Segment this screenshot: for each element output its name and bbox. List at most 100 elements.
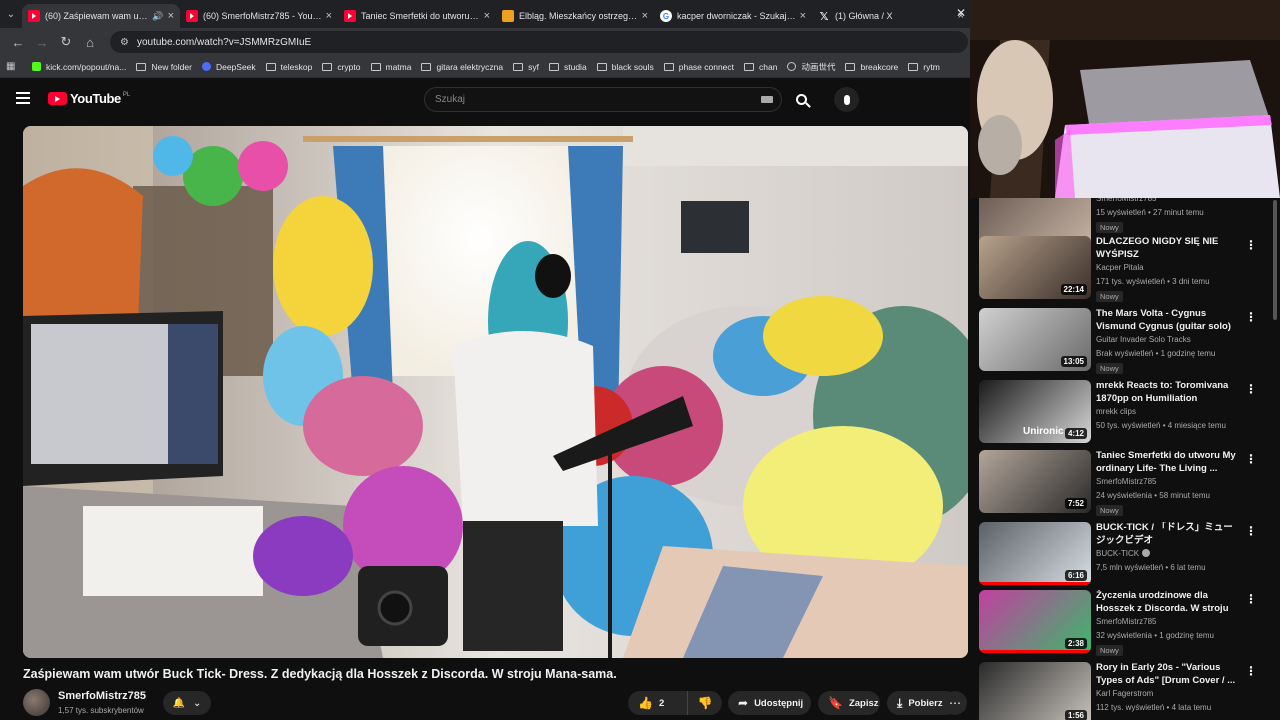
bookmark-item[interactable]: matma [370,61,412,72]
search-button[interactable] [786,87,816,112]
bookmark-item[interactable]: 动画世代 [787,61,835,73]
bookmark-item[interactable]: rytm [908,62,940,72]
more-vertical-icon[interactable]: ⋮ [1245,524,1257,538]
dislike-button[interactable]: 👎 [688,696,722,710]
more-vertical-icon[interactable]: ⋮ [1245,310,1257,324]
bookmark-item[interactable]: New folder [136,62,192,72]
video-player[interactable] [23,126,968,658]
new-badge: Nowy [1096,222,1123,233]
browser-tab[interactable]: 𝕏 (1) Główna / X × [812,4,970,28]
recommended-title[interactable]: The Mars Volta - Cygnus Vismund Cygnus (… [1096,308,1236,333]
new-badge: Nowy [1096,645,1123,656]
recommended-title[interactable]: Taniec Smerfetki do utworu My ordinary L… [1096,450,1236,475]
channel-name[interactable]: SmerfoMistrz785 [58,690,146,702]
recommended-video[interactable]: Unironic 4:12 mrekk Reacts to: Toromivana … [979,380,1269,446]
recommended-channel[interactable]: BUCK-TICK [1096,549,1151,558]
more-actions-button[interactable]: ⋯ [943,691,967,715]
youtube-icon [28,10,40,22]
recommended-title[interactable]: Życzenia urodzinowe dla Hosszek z Discor… [1096,590,1236,615]
chevron-down-icon: ⌄ [193,697,202,709]
video-thumbnail[interactable]: 22:14 [979,236,1091,299]
address-bar[interactable]: ⚙ youtube.com/watch?v=JSMMRzGMIuE [110,31,968,53]
browser-tab[interactable]: Taniec Smerfetki do utworu My × [338,4,496,28]
bookmark-label: syf [528,61,539,72]
recommended-channel[interactable]: Kacper Pitala [1096,263,1144,272]
video-thumbnail[interactable]: Unironic 4:12 [979,380,1091,443]
reload-icon[interactable]: ↻ [54,30,78,54]
more-vertical-icon[interactable]: ⋮ [1245,238,1257,252]
video-thumbnail[interactable]: 1:56 [979,662,1091,720]
notification-bell-button[interactable]: 🔔 ⌄ [163,691,211,715]
recommended-video[interactable]: 22:14 DLACZEGO NIGDY SIĘ NIE WYŚPISZ Kacpe… [979,236,1269,302]
menu-icon[interactable] [16,92,30,104]
bookmark-item[interactable]: breakcore [845,62,898,72]
speaker-icon[interactable]: 🔊 [152,11,163,22]
close-tab-icon[interactable]: × [800,10,806,22]
save-button[interactable]: 🔖 Zapisz [818,691,880,715]
video-thumbnail[interactable]: 13:05 [979,308,1091,371]
recommended-video[interactable]: 2:38 Życzenia urodzinowe dla Hosszek z Di… [979,590,1269,656]
recommended-video[interactable]: 13:05 The Mars Volta - Cygnus Vismund Cyg… [979,308,1269,374]
close-tab-icon[interactable]: × [642,10,648,22]
like-dislike-control: 👍 2 👎 [628,691,722,715]
recommended-channel[interactable]: Karl Fagerstrom [1096,689,1153,698]
recommended-video[interactable]: 6:16 BUCK-TICK / 「ドレス」ミュージックビデオ BUCK-TICK 7… [979,522,1269,588]
like-button[interactable]: 👍 2 [628,691,688,715]
bookmark-item[interactable]: gitara elektryczna [421,62,503,72]
recommended-title[interactable]: Rory in Early 20s - "Various Types of Ad… [1096,662,1236,687]
bookmark-item[interactable]: crypto [322,62,361,72]
recommended-title[interactable]: mrekk Reacts to: Toromivana 1870pp on Hu… [1096,380,1236,405]
video-thumbnail[interactable]: 7:52 [979,450,1091,513]
recommended-video[interactable]: 1:56 Rory in Early 20s - "Various Types o… [979,662,1269,720]
recommended-meta: 32 wyświetlenia • 1 godzinę temu [1096,631,1214,640]
bookmark-label: matma [385,61,412,72]
bookmark-item[interactable]: black souls [596,62,654,72]
recommended-title[interactable]: DLACZEGO NIGDY SIĘ NIE WYŚPISZ [1096,236,1236,261]
bookmark-item[interactable]: DeepSeek [201,62,256,72]
video-thumbnail[interactable]: 2:38 [979,590,1091,653]
sidebar-scrollbar[interactable] [1273,200,1277,320]
site-info-icon[interactable]: ⚙ [120,37,129,48]
voice-search-button[interactable] [834,87,859,112]
recommended-title[interactable]: BUCK-TICK / 「ドレス」ミュージックビデオ [1096,522,1236,547]
folder-icon [548,62,559,71]
browser-tab[interactable]: (60) SmerfoMistrz785 - YouTube × [180,4,338,28]
more-vertical-icon[interactable]: ⋮ [1245,592,1257,606]
search-input[interactable]: Szukaj [424,87,782,112]
forward-arrow-icon[interactable]: → [30,30,54,54]
recommended-video[interactable]: 7:52 Taniec Smerfetki do utworu My ordina… [979,450,1269,516]
close-tab-icon[interactable]: × [484,10,490,22]
channel-avatar[interactable] [23,689,50,716]
recommended-channel[interactable]: SmerfoMistrz785 [1096,198,1156,203]
tab-title: Taniec Smerfetki do utworu My [361,11,480,21]
close-tab-icon[interactable]: × [326,10,332,22]
bookmark-item[interactable]: kick.com/popout/na... [32,62,126,72]
home-icon[interactable]: ⌂ [78,30,102,54]
apps-grid-icon[interactable]: ▦ [6,61,20,72]
more-vertical-icon[interactable]: ⋮ [1245,452,1257,466]
recommended-channel[interactable]: SmerfoMistrz785 [1096,617,1156,626]
bookmark-icon: 🔖 [828,696,843,710]
youtube-logo[interactable]: YouTube PL [48,91,130,106]
keyboard-icon[interactable] [761,96,773,103]
more-vertical-icon[interactable]: ⋮ [1245,382,1257,396]
more-vertical-icon[interactable]: ⋮ [1245,664,1257,678]
tab-search-chevron-icon[interactable]: ⌄ [0,0,22,28]
recommended-meta: 7,5 mln wyświetleń • 6 lat temu [1096,563,1206,572]
bookmark-item[interactable]: studia [548,62,587,72]
browser-tab[interactable]: Gkacper dworniczak - Szukaj w G × [654,4,812,28]
bookmark-item[interactable]: teleskop [265,62,312,72]
bookmark-item[interactable]: syf [513,62,539,72]
browser-tab[interactable]: Elbląg. Mieszkańcy ostrzegają p × [496,4,654,28]
recommended-channel[interactable]: SmerfoMistrz785 [1096,477,1156,486]
share-button[interactable]: ➦ Udostępnij [728,691,811,715]
recommended-channel[interactable]: Guitar Invader Solo Tracks [1096,335,1191,344]
bookmark-item[interactable]: chan [744,62,777,72]
close-icon[interactable]: ✕ [956,6,966,20]
recommended-channel[interactable]: mrekk clips [1096,407,1136,416]
video-thumbnail[interactable]: 6:16 [979,522,1091,585]
bookmark-item[interactable]: phase connect [663,62,734,72]
close-tab-icon[interactable]: × [168,10,174,22]
back-arrow-icon[interactable]: ← [6,30,30,54]
browser-tab[interactable]: (60) Zaśpiewam wam utwó 🔊 × [22,4,180,28]
